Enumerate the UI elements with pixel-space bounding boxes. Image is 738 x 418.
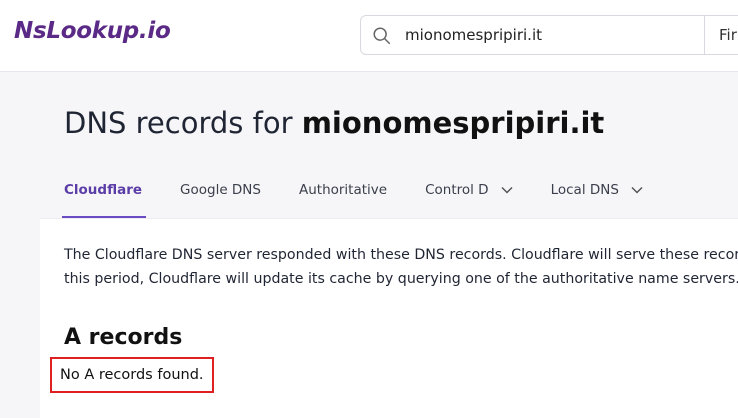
tab-label: Google DNS <box>180 182 261 198</box>
records-card: The Cloudflare DNS server responded with… <box>40 218 738 418</box>
resolver-description: The Cloudflare DNS server responded with… <box>64 243 738 291</box>
page-title-domain: mionomespripiri.it <box>301 106 605 140</box>
site-header: NsLookup.io Fir <box>0 0 738 72</box>
tab-local-dns[interactable]: Local DNS <box>551 170 643 218</box>
chevron-down-icon <box>631 186 643 194</box>
search-bar: Fir <box>360 15 738 55</box>
tab-control-d[interactable]: Control D <box>425 170 513 218</box>
site-logo[interactable]: NsLookup.io <box>14 18 171 44</box>
tab-label: Control D <box>425 182 489 198</box>
tab-google-dns[interactable]: Google DNS <box>180 170 261 218</box>
tab-label: Cloudflare <box>64 182 143 198</box>
tab-cloudflare[interactable]: Cloudflare <box>61 170 147 218</box>
search-button[interactable]: Fir <box>705 16 737 54</box>
tab-authoritative[interactable]: Authoritative <box>299 170 387 218</box>
page-title-prefix: DNS records for <box>64 106 302 140</box>
resolver-tabs: Cloudflare Google DNS Authoritative Cont… <box>61 170 681 218</box>
description-line: The Cloudflare DNS server responded with… <box>64 247 738 263</box>
description-line: this period, Cloudflare will update its … <box>64 271 738 287</box>
tab-label: Local DNS <box>550 182 619 198</box>
no-records-message: No A records found. <box>50 357 214 393</box>
chevron-down-icon <box>501 186 513 194</box>
search-icon <box>373 27 391 45</box>
search-input[interactable] <box>405 16 695 54</box>
a-records-heading: A records <box>64 325 183 350</box>
tab-label: Authoritative <box>298 182 388 198</box>
page-title: DNS records for mionomespripiri.it <box>64 106 604 140</box>
